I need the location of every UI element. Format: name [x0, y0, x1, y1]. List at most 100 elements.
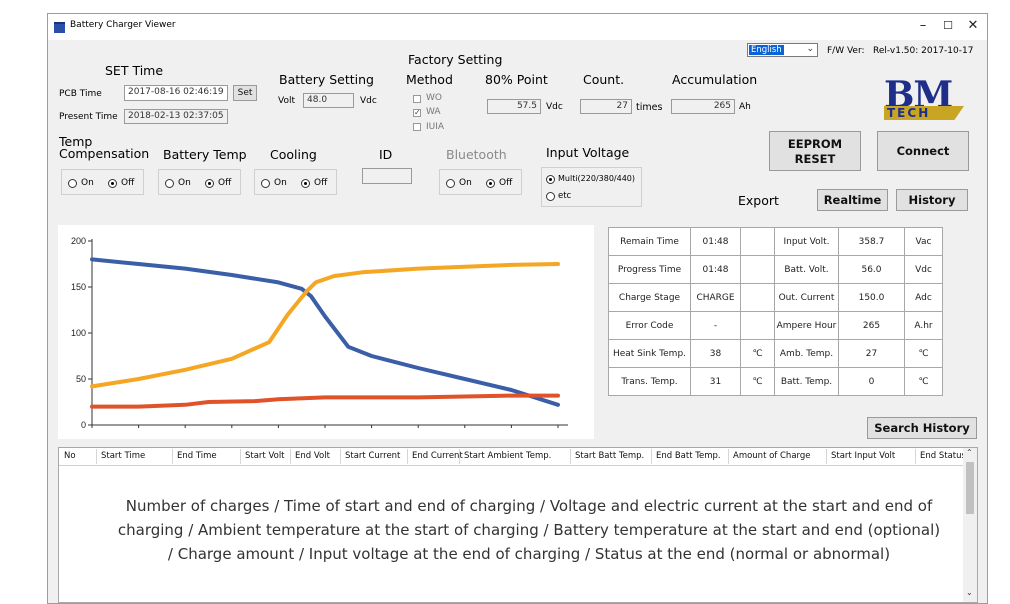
y-tick-label: 200 — [71, 236, 86, 246]
id-field[interactable] — [362, 168, 412, 184]
history-column-header[interactable]: Start Input Volt — [831, 451, 895, 461]
status-cell-u2: Vac — [904, 227, 943, 256]
status-cell-u1 — [740, 255, 775, 284]
history-column-header[interactable]: Start Ambient Temp. — [464, 451, 551, 461]
minimize-button[interactable]: – — [911, 17, 935, 35]
battery-temp-group: On Off — [158, 169, 241, 195]
app-icon — [54, 22, 65, 33]
battery-temp-on-radio[interactable] — [165, 179, 174, 188]
language-select[interactable]: English ⌄ — [747, 43, 818, 57]
status-cell-l2: Out. Current — [774, 283, 839, 312]
close-button[interactable]: ✕ — [961, 17, 985, 35]
method-wa-checkbox[interactable]: ✓ — [413, 109, 421, 117]
history-table: No Start Time End Time Start Volt End Volt St… — [58, 447, 978, 603]
search-history-button[interactable]: Search History — [867, 417, 977, 439]
volt-field[interactable]: 48.0 — [303, 93, 354, 108]
y-tick-label: 100 — [71, 328, 86, 338]
history-button[interactable]: History — [896, 189, 968, 211]
scroll-thumb[interactable] — [966, 462, 974, 514]
input-voltage-etc-radio[interactable] — [546, 192, 555, 201]
status-cell-u2: ℃ — [904, 367, 943, 396]
temp-comp-header-line2: Compensation — [59, 146, 150, 161]
bluetooth-header: Bluetooth — [446, 147, 507, 162]
column-separator — [915, 449, 916, 464]
point-field: 57.5 — [487, 99, 541, 114]
maximize-button[interactable]: ☐ — [936, 17, 960, 35]
history-column-header[interactable]: Start Time — [101, 451, 145, 461]
status-cell-u1 — [740, 283, 775, 312]
history-column-header[interactable]: End Time — [177, 451, 217, 461]
history-column-header[interactable]: End Volt — [295, 451, 330, 461]
status-cell-v2: 0 — [838, 367, 905, 396]
status-cell-v2: 265 — [838, 311, 905, 340]
column-separator — [826, 449, 827, 464]
history-column-header[interactable]: End Status — [920, 451, 966, 461]
bluetooth-on-radio[interactable] — [446, 179, 455, 188]
export-label: Export — [738, 193, 779, 208]
battery-temp-off-radio[interactable] — [205, 179, 214, 188]
realtime-button[interactable]: Realtime — [817, 189, 888, 211]
scroll-down-icon[interactable]: ⌄ — [966, 588, 973, 597]
volt-label: Volt — [278, 96, 295, 106]
y-tick-label: 50 — [76, 374, 86, 384]
status-cell-l2: Batt. Temp. — [774, 367, 839, 396]
history-column-header[interactable]: Start Current — [345, 451, 400, 461]
status-table: Remain Time 01:48 Input Volt. 358.7 Vac Progr… — [608, 227, 943, 396]
status-cell-u1: ℃ — [740, 339, 775, 368]
column-separator — [290, 449, 291, 464]
scroll-up-icon[interactable]: ⌃ — [966, 448, 973, 457]
status-cell-l1: Remain Time — [608, 227, 691, 256]
pcb-time-field[interactable]: 2017-08-16 02:46:19 — [124, 85, 228, 101]
bluetooth-off-radio[interactable] — [486, 179, 495, 188]
status-cell-l1: Charge Stage — [608, 283, 691, 312]
history-column-header[interactable]: End Current — [412, 451, 463, 461]
method-iuia-checkbox[interactable] — [413, 123, 421, 131]
history-header-row: No Start Time End Time Start Volt End Volt St… — [59, 448, 966, 466]
history-scrollbar[interactable]: ⌃ ⌄ — [963, 448, 977, 602]
status-row: Progress Time 01:48 Batt. Volt. 56.0 Vdc — [608, 255, 943, 284]
eeprom-reset-button[interactable]: EEPROM RESET — [769, 131, 861, 171]
status-cell-v2: 150.0 — [838, 283, 905, 312]
history-note-line-1: Number of charges / Time of start and en… — [125, 497, 933, 515]
cooling-on-radio[interactable] — [261, 179, 270, 188]
method-wo-checkbox[interactable] — [413, 95, 421, 103]
column-separator — [340, 449, 341, 464]
status-cell-u2: Adc — [904, 283, 943, 312]
temp-comp-off-radio[interactable] — [108, 179, 117, 188]
status-cell-v2: 27 — [838, 339, 905, 368]
status-cell-v1: - — [690, 311, 741, 340]
status-cell-v1: 01:48 — [690, 227, 741, 256]
set-time-button[interactable]: Set — [233, 85, 257, 101]
history-column-header[interactable]: Start Volt — [245, 451, 285, 461]
battery-temp-header: Battery Temp — [163, 147, 247, 162]
battery-temp-on-label: On — [178, 178, 191, 188]
cooling-header: Cooling — [270, 147, 317, 162]
history-column-header[interactable]: End Batt Temp. — [656, 451, 721, 461]
y-tick-label: 0 — [81, 420, 86, 430]
input-voltage-multi-radio[interactable] — [546, 175, 555, 184]
input-voltage-header: Input Voltage — [546, 145, 630, 160]
count-unit: times — [636, 102, 663, 113]
status-cell-u1 — [740, 227, 775, 256]
column-separator — [570, 449, 571, 464]
history-column-header[interactable]: Start Batt Temp. — [575, 451, 644, 461]
point-header: 80% Point — [485, 72, 548, 87]
cooling-group: On Off — [254, 169, 337, 195]
temp-comp-on-radio[interactable] — [68, 179, 77, 188]
temp-comp-group: On Off — [61, 169, 144, 195]
id-header: ID — [379, 147, 393, 162]
window-title: Battery Charger Viewer — [70, 20, 176, 30]
history-column-header[interactable]: Amount of Charge — [733, 451, 811, 461]
cooling-off-radio[interactable] — [301, 179, 310, 188]
status-row: Remain Time 01:48 Input Volt. 358.7 Vac — [608, 227, 943, 256]
status-cell-u1: ℃ — [740, 367, 775, 396]
method-wa-label: WA — [426, 107, 441, 117]
history-column-header[interactable]: No — [64, 451, 76, 461]
status-cell-v1: CHARGE — [690, 283, 741, 312]
column-separator — [407, 449, 408, 464]
input-voltage-etc-label: etc — [558, 191, 572, 201]
battery-temp-off-label: Off — [218, 178, 232, 188]
status-cell-l2: Input Volt. — [774, 227, 839, 256]
connect-button[interactable]: Connect — [877, 131, 969, 171]
history-note-line-3: / Charge amount / Input voltage at the e… — [167, 545, 891, 563]
